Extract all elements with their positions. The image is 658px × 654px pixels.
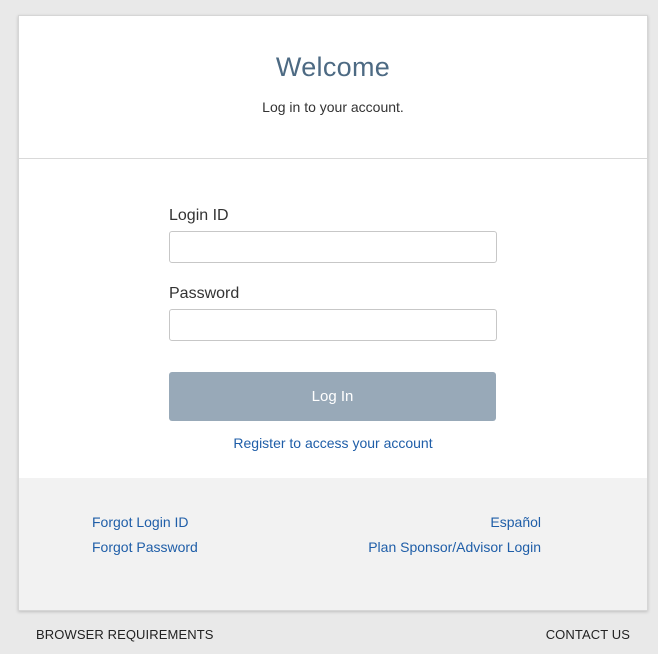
bottom-bar: BROWSER REQUIREMENTS CONTACT US — [0, 611, 658, 654]
login-id-label: Login ID — [169, 207, 229, 224]
login-id-input[interactable] — [169, 231, 497, 263]
espanol-link[interactable]: Español — [490, 514, 541, 530]
login-card: Welcome Log in to your account. Login ID… — [18, 15, 648, 611]
page-title: Welcome — [275, 52, 391, 82]
password-field-group: Password — [169, 284, 497, 341]
forgot-password-link[interactable]: Forgot Password — [92, 539, 198, 555]
page-subtitle: Log in to your account. — [262, 99, 404, 115]
browser-requirements-link[interactable]: BROWSER REQUIREMENTS — [36, 627, 214, 642]
forgot-login-id-link[interactable]: Forgot Login ID — [92, 514, 189, 530]
card-header: Welcome Log in to your account. — [19, 16, 647, 159]
register-link-row: Register to access your account — [19, 435, 647, 451]
password-input[interactable] — [169, 309, 497, 341]
card-footer: Forgot Login ID Forgot Password Español … — [19, 478, 647, 610]
login-page: Welcome Log in to your account. Login ID… — [0, 0, 658, 654]
contact-us-link[interactable]: CONTACT US — [546, 627, 630, 642]
plan-sponsor-login-link[interactable]: Plan Sponsor/Advisor Login — [368, 539, 541, 555]
login-button[interactable]: Log In — [169, 372, 496, 421]
password-label: Password — [169, 285, 240, 302]
register-link[interactable]: Register to access your account — [233, 435, 432, 451]
login-id-field-group: Login ID — [169, 206, 497, 263]
